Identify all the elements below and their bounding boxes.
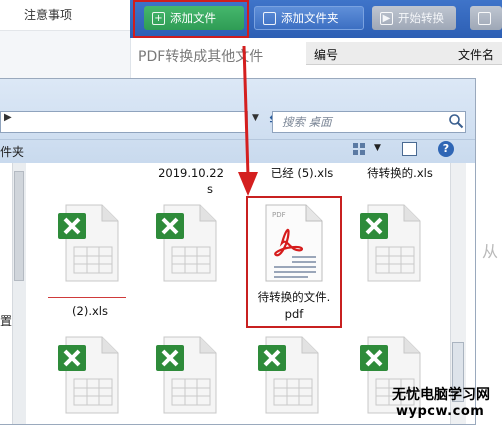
excel-file-icon[interactable]: [156, 203, 220, 283]
chevron-right-icon[interactable]: ▶: [4, 112, 12, 123]
excel-file-icon[interactable]: [258, 335, 322, 415]
selection-underline: [48, 297, 126, 298]
column-filename[interactable]: 文件名: [458, 46, 494, 63]
excel-file-icon[interactable]: [360, 203, 424, 283]
nav-scrollbar-thumb[interactable]: [14, 171, 24, 281]
side-text: 从: [482, 242, 499, 261]
add-folder-button[interactable]: 添加文件夹: [254, 6, 364, 30]
highlight-frame-add-file: [133, 0, 249, 38]
file-label-partial: 已经 (5).xls: [270, 166, 334, 180]
highlight-frame-pdf-file: [246, 196, 342, 328]
watermark-url: wypcw.com: [396, 404, 485, 419]
add-folder-label: 添加文件夹: [281, 11, 339, 25]
address-bar[interactable]: [0, 111, 248, 133]
excel-file-icon[interactable]: [58, 335, 122, 415]
search-placeholder: 搜索 桌面: [282, 115, 332, 129]
excel-file-icon[interactable]: [58, 203, 122, 283]
file-label-partial: s: [207, 182, 213, 196]
view-options-icon[interactable]: [352, 142, 366, 156]
file-label-partial: 待转换的.xls: [367, 166, 433, 180]
column-number[interactable]: 编号: [314, 46, 338, 63]
new-folder-button[interactable]: 件夹: [0, 143, 24, 160]
chevron-down-icon[interactable]: ▼: [374, 143, 381, 153]
file-label-partial: 2019.10.22: [158, 166, 224, 180]
arrow-down-icon: [238, 45, 258, 196]
preview-pane-icon[interactable]: [402, 142, 417, 156]
start-convert-label: 开始转换: [398, 11, 444, 25]
folder-icon: [263, 11, 276, 25]
file-name-label: (2).xls: [72, 304, 108, 318]
excel-file-icon[interactable]: [156, 335, 220, 415]
play-icon: ▶: [380, 11, 393, 25]
start-convert-button[interactable]: ▶ 开始转换: [372, 6, 456, 30]
search-icon[interactable]: [448, 113, 464, 129]
notes-tab[interactable]: 注意事项: [0, 0, 130, 31]
help-icon[interactable]: ?: [438, 141, 454, 157]
more-icon: [478, 11, 491, 25]
nav-item-label[interactable]: 置: [0, 312, 12, 329]
watermark-title: 无忧电脑学习网: [392, 387, 490, 403]
more-button[interactable]: [470, 6, 502, 30]
